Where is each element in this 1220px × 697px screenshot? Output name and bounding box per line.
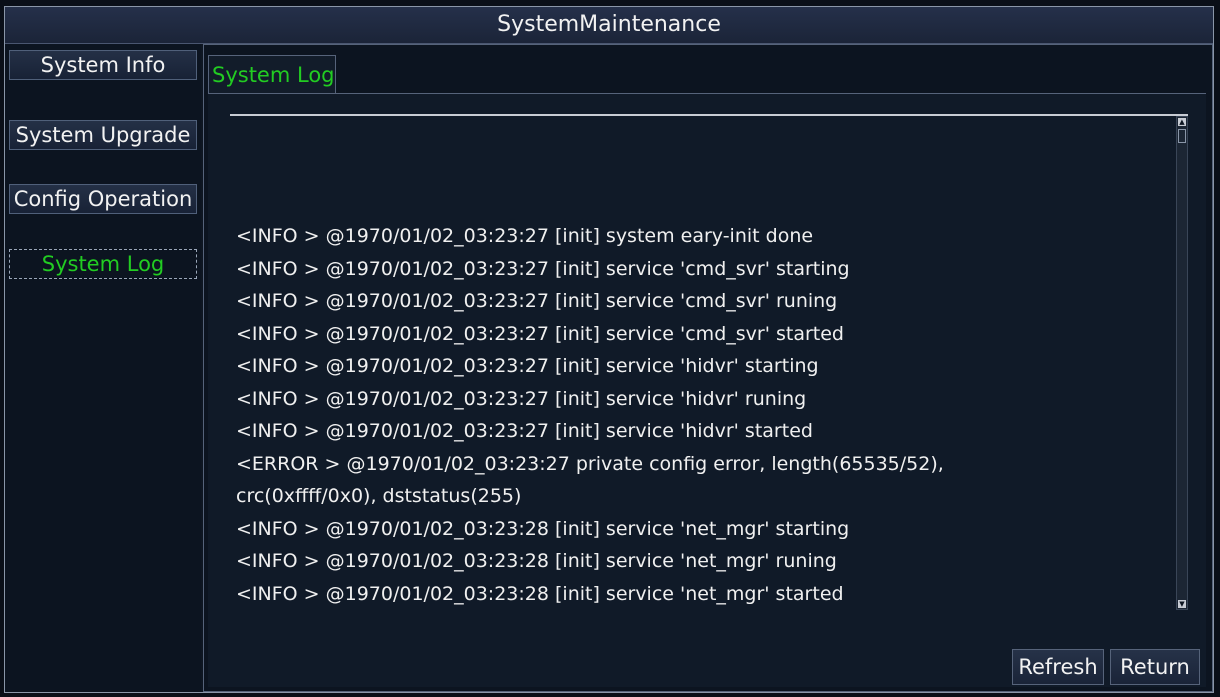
log-lines: <INFO > @1970/01/02_03:23:27 [init] syst… xyxy=(236,220,1136,610)
scroll-thumb[interactable] xyxy=(1178,129,1186,143)
log-line: <INFO > @1970/01/02_03:23:27 [init] serv… xyxy=(236,322,844,345)
log-line: <INFO > @1970/01/02_03:23:28 [init] serv… xyxy=(236,550,837,572)
return-button[interactable]: Return xyxy=(1110,649,1200,685)
log-viewer[interactable]: <INFO > @1970/01/02_03:23:27 [init] syst… xyxy=(230,114,1188,614)
log-line: <INFO > @1970/01/02_03:23:27 [init] serv… xyxy=(236,355,819,377)
sidebar-item-config-operation[interactable]: Config Operation xyxy=(9,184,197,214)
log-scrollbar[interactable]: ▲ ▼ xyxy=(1176,116,1188,610)
log-line-error: <ERROR > @1970/01/02_03:23:27 private co… xyxy=(236,452,944,475)
log-panel: <INFO > @1970/01/02_03:23:27 [init] syst… xyxy=(208,93,1206,687)
system-maintenance-window: SystemMaintenance System Info System Upg… xyxy=(4,6,1214,693)
log-line: <INFO > @1970/01/02_03:23:27 [init] serv… xyxy=(236,290,838,312)
log-line-error-continued: crc(0xffff/0x0), dststatus(255) xyxy=(236,485,522,507)
log-line: <INFO > @1970/01/02_03:23:28 [init] serv… xyxy=(236,517,850,540)
sidebar-item-system-upgrade[interactable]: System Upgrade xyxy=(9,120,197,150)
main-panel: System Log <INFO > @1970/01/02_03:23:27 … xyxy=(203,44,1213,692)
window-title: SystemMaintenance xyxy=(5,7,1213,44)
log-line: <INFO > @1970/01/02_03:23:27 [init] serv… xyxy=(236,387,807,410)
scroll-up-arrow-icon[interactable]: ▲ xyxy=(1178,118,1186,126)
log-line: <INFO > @1970/01/02_03:23:28 [init] serv… xyxy=(236,582,844,605)
refresh-button[interactable]: Refresh xyxy=(1012,649,1104,685)
sidebar-item-system-log[interactable]: System Log xyxy=(9,249,197,279)
log-line: <INFO > @1970/01/02_03:23:27 [init] syst… xyxy=(236,225,814,247)
log-line: <INFO > @1970/01/02_03:23:27 [init] serv… xyxy=(236,420,813,442)
scroll-down-arrow-icon[interactable]: ▼ xyxy=(1178,600,1186,608)
sidebar: System Info System Upgrade Config Operat… xyxy=(5,44,201,692)
log-line: <INFO > @1970/01/02_03:23:27 [init] serv… xyxy=(236,257,850,280)
tab-system-log[interactable]: System Log xyxy=(208,55,336,93)
sidebar-item-system-info[interactable]: System Info xyxy=(9,50,197,80)
